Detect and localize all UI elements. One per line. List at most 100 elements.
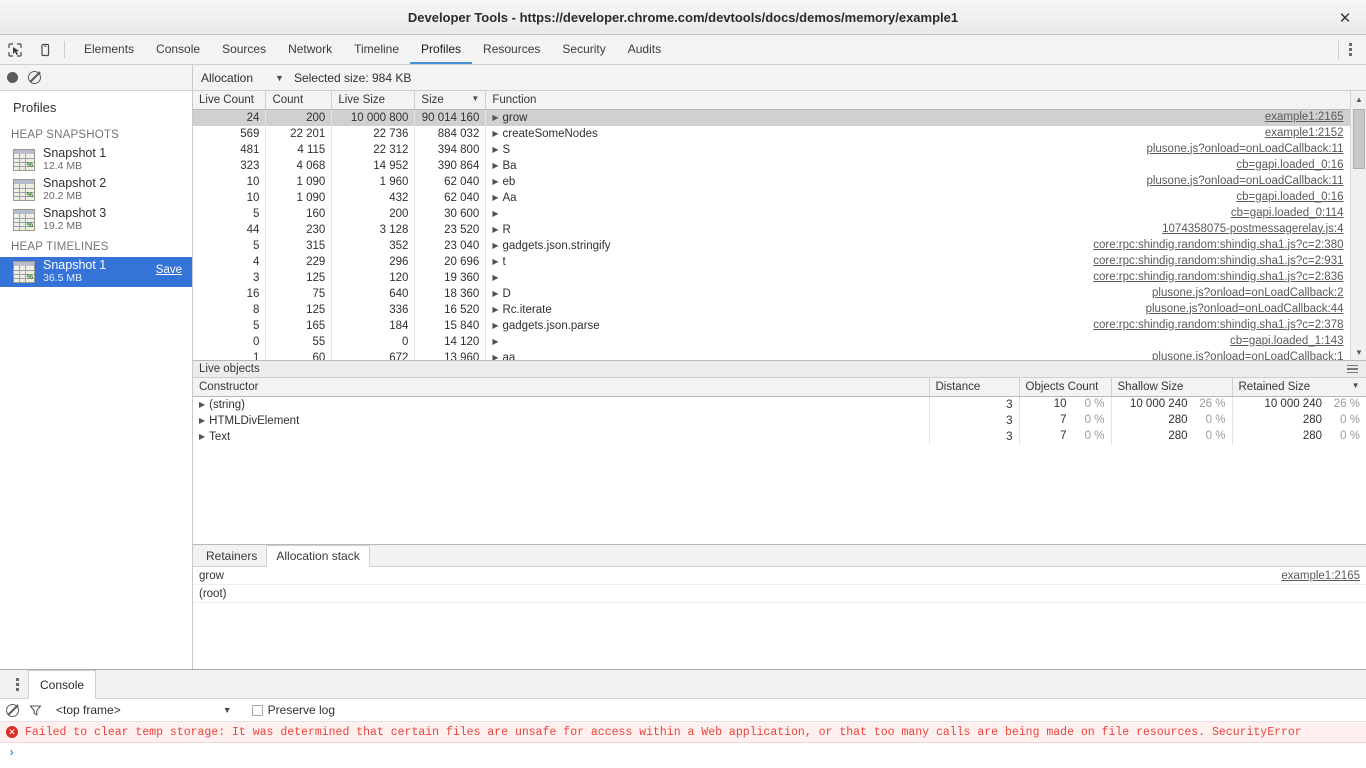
expand-triangle-icon[interactable]: ▶ [199, 400, 205, 409]
close-icon[interactable]: ✕ [1336, 9, 1354, 27]
expand-triangle-icon[interactable]: ▶ [492, 273, 498, 282]
column-header-size[interactable]: Size ▼ [414, 91, 487, 110]
more-options-icon[interactable] [1349, 43, 1352, 56]
scrollbar-thumb[interactable] [1353, 109, 1365, 169]
source-link[interactable]: cb=gapi.loaded_1:143 [1230, 335, 1344, 347]
column-header-count[interactable]: Count [265, 91, 333, 110]
table-row[interactable]: ▶ Text 3 7 0 % 280 0 % 280 0 % [193, 428, 1366, 445]
source-link[interactable]: cb=gapi.loaded_0:16 [1236, 159, 1343, 171]
tab-timeline[interactable]: Timeline [343, 35, 410, 64]
source-link[interactable]: core:rpc:shindig.random:shindig.sha1.js?… [1093, 255, 1343, 267]
execution-context-selector[interactable]: <top frame> ▼ [56, 703, 232, 717]
record-button[interactable] [7, 72, 18, 83]
source-link[interactable]: example1:2152 [1265, 127, 1344, 139]
source-link[interactable]: example1:2165 [1265, 111, 1344, 123]
table-row[interactable]: 3 125 120 19 360 ▶ core:rpc:shindig.random:sh… [193, 269, 1366, 286]
table-row[interactable]: 323 4 068 14 952 390 864 ▶ Ba cb=gapi.loaded_0… [193, 157, 1366, 174]
tab-retainers[interactable]: Retainers [197, 545, 266, 566]
filter-funnel-icon[interactable] [29, 704, 42, 717]
source-link[interactable]: core:rpc:shindig.random:shindig.sha1.js?… [1093, 319, 1343, 331]
sidebar-item-snapshot-3[interactable]: % Snapshot 3 19.2 MB [0, 205, 192, 235]
sidebar-item-timeline-snapshot-1[interactable]: % Snapshot 1 36.5 MB Save [0, 257, 192, 287]
column-header-retained-size[interactable]: Retained Size ▼ [1232, 378, 1366, 397]
expand-triangle-icon[interactable]: ▶ [492, 225, 498, 234]
preserve-log-checkbox[interactable] [251, 704, 263, 716]
stack-source-link[interactable]: example1:2165 [1281, 570, 1360, 582]
expand-triangle-icon[interactable]: ▶ [492, 353, 498, 361]
tab-console[interactable]: Console [145, 35, 211, 64]
tab-allocation-stack[interactable]: Allocation stack [266, 545, 370, 567]
table-row[interactable]: ▶ HTMLDivElement 3 7 0 % 280 0 % 280 0 % [193, 412, 1366, 429]
expand-triangle-icon[interactable]: ▶ [492, 289, 498, 298]
column-header-objects-count[interactable]: Objects Count [1019, 378, 1112, 397]
stack-row[interactable]: grow example1:2165 [193, 567, 1366, 585]
source-link[interactable]: plusone.js?onload=onLoadCallback:11 [1146, 143, 1343, 155]
scroll-up-icon[interactable]: ▲ [1351, 91, 1366, 107]
table-row[interactable]: 16 75 640 18 360 ▶ Dplusone.js?onload=onLoadC… [193, 285, 1366, 302]
expand-triangle-icon[interactable]: ▶ [492, 257, 498, 266]
column-header-live-count[interactable]: Live Count [193, 91, 267, 110]
source-link[interactable]: plusone.js?onload=onLoadCallback:1 [1152, 351, 1344, 361]
drawer-tab-console[interactable]: Console [28, 670, 97, 699]
tab-audits[interactable]: Audits [617, 35, 672, 64]
table-row[interactable]: 24 200 10 000 800 90 014 160 ▶ grow example1:2… [193, 109, 1366, 126]
column-header-live-size[interactable]: Live Size [331, 91, 416, 110]
view-selector[interactable]: Allocation ▼ [201, 71, 294, 85]
tab-security[interactable]: Security [551, 35, 616, 64]
expand-triangle-icon[interactable]: ▶ [492, 145, 498, 154]
expand-triangle-icon[interactable]: ▶ [492, 321, 498, 330]
expand-triangle-icon[interactable]: ▶ [492, 177, 498, 186]
allocation-grid-scrollbar[interactable]: ▲ ▼ [1350, 91, 1366, 360]
expand-triangle-icon[interactable]: ▶ [492, 305, 498, 314]
table-row[interactable]: 44 230 3 128 23 520 ▶ R 1074358075-postmessage… [193, 221, 1366, 238]
expand-triangle-icon[interactable]: ▶ [492, 209, 498, 218]
save-link[interactable]: Save [156, 264, 182, 276]
column-header-constructor[interactable]: Constructor [193, 378, 930, 397]
device-toolbar-icon[interactable] [30, 35, 60, 64]
source-link[interactable]: 1074358075-postmessagerelay.js:4 [1162, 223, 1343, 235]
expand-triangle-icon[interactable]: ▶ [492, 241, 498, 250]
expand-triangle-icon[interactable]: ▶ [492, 129, 498, 138]
source-link[interactable]: cb=gapi.loaded_0:16 [1236, 191, 1343, 203]
console-prompt[interactable]: › [0, 743, 1366, 763]
sidebar-item-snapshot-1[interactable]: % Snapshot 1 12.4 MB [0, 145, 192, 175]
tab-elements[interactable]: Elements [73, 35, 145, 64]
expand-triangle-icon[interactable]: ▶ [492, 113, 498, 122]
scroll-down-icon[interactable]: ▼ [1351, 344, 1366, 360]
source-link[interactable]: core:rpc:shindig.random:shindig.sha1.js?… [1093, 271, 1343, 283]
table-row[interactable]: 1 60 672 13 960 ▶ aa plusone.js?onload=onLoadC… [193, 349, 1366, 361]
table-row[interactable]: 5 160 200 30 600 ▶ cb=gapi.loaded_0:114 [193, 205, 1366, 222]
source-link[interactable]: core:rpc:shindig.random:shindig.sha1.js?… [1093, 239, 1343, 251]
table-row[interactable]: 5 165 184 15 840 ▶ gadgets.json.parse core:rpc… [193, 317, 1366, 334]
sidebar-item-snapshot-2[interactable]: % Snapshot 2 20.2 MB [0, 175, 192, 205]
table-row[interactable]: 8 125 336 16 520 ▶ Rc.iterate plusone.js?onloa… [193, 301, 1366, 318]
tab-profiles[interactable]: Profiles [410, 35, 473, 64]
drawer-more-options-icon[interactable] [6, 670, 28, 698]
tab-sources[interactable]: Sources [211, 35, 277, 64]
source-link[interactable]: plusone.js?onload=onLoadCallback:11 [1146, 175, 1343, 187]
clear-profiles-icon[interactable] [28, 71, 41, 84]
table-row[interactable]: 5 315 352 23 040 ▶ gadgets.json.stringify core… [193, 237, 1366, 254]
table-row[interactable]: 10 1 090 432 62 040 ▶ Aa cb=gapi.loaded_0:16 [193, 189, 1366, 206]
source-link[interactable]: plusone.js?onload=onLoadCallback:44 [1146, 303, 1344, 315]
stack-row[interactable]: (root) [193, 585, 1366, 603]
table-row[interactable]: ▶ (string) 3 10 0 % 10 000 240 26 % 10 000 240 2… [193, 396, 1366, 413]
expand-triangle-icon[interactable]: ▶ [492, 193, 498, 202]
tab-resources[interactable]: Resources [472, 35, 551, 64]
column-header-distance[interactable]: Distance [929, 378, 1020, 397]
column-header-shallow-size[interactable]: Shallow Size [1111, 378, 1233, 397]
expand-triangle-icon[interactable]: ▶ [199, 416, 205, 425]
table-row[interactable]: 4 229 296 20 696 ▶ t core:rpc:shindig.random:s… [193, 253, 1366, 270]
tab-network[interactable]: Network [277, 35, 343, 64]
preserve-log-toggle[interactable]: Preserve log [251, 703, 335, 717]
clear-console-icon[interactable] [6, 703, 19, 717]
expand-triangle-icon[interactable]: ▶ [492, 161, 498, 170]
column-header-function[interactable]: Function [485, 91, 1366, 110]
expand-triangle-icon[interactable]: ▶ [199, 432, 205, 441]
source-link[interactable]: cb=gapi.loaded_0:114 [1231, 207, 1344, 219]
expand-triangle-icon[interactable]: ▶ [492, 337, 498, 346]
table-row[interactable]: 569 22 201 22 736 884 032 ▶ createSomeNodes ex… [193, 125, 1366, 142]
hamburger-menu-icon[interactable] [1347, 364, 1358, 374]
inspect-cursor-icon[interactable] [0, 35, 30, 64]
table-row[interactable]: 10 1 090 1 960 62 040 ▶ eb plusone.js?onload=o… [193, 173, 1366, 190]
